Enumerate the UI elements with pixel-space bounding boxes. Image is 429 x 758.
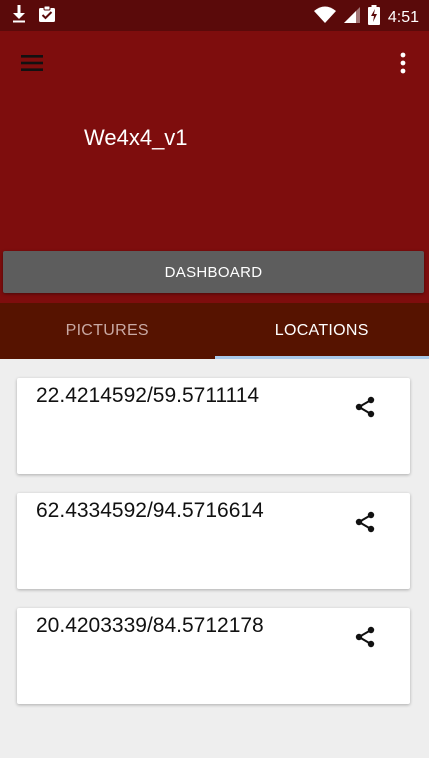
location-coords: 62.4334592/94.5716614 xyxy=(36,499,264,522)
tab-bar: PICTURES LOCATIONS xyxy=(0,303,429,359)
tab-locations[interactable]: LOCATIONS xyxy=(214,303,429,359)
status-right-icons: 4:51 xyxy=(313,5,419,30)
menu-button[interactable] xyxy=(16,51,48,79)
status-time: 4:51 xyxy=(387,8,419,26)
location-card[interactable]: 62.4334592/94.5716614 xyxy=(17,493,410,589)
clipboard-check-icon xyxy=(38,5,56,28)
wifi-icon xyxy=(313,6,336,29)
location-card[interactable]: 20.4203339/84.5712178 xyxy=(17,608,410,704)
share-icon xyxy=(353,510,377,539)
share-button[interactable] xyxy=(350,624,380,654)
hamburger-menu-icon xyxy=(21,54,43,76)
battery-charging-icon xyxy=(367,5,380,30)
location-coords: 20.4203339/84.5712178 xyxy=(36,614,264,637)
tab-pictures[interactable]: PICTURES xyxy=(0,303,215,359)
location-coords: 22.4214592/59.5711114 xyxy=(36,384,260,407)
more-vert-icon xyxy=(400,52,406,79)
dashboard-button[interactable]: DASHBOARD xyxy=(3,251,424,293)
signal-icon xyxy=(343,6,360,29)
status-bar: 4:51 xyxy=(0,0,429,31)
download-icon xyxy=(12,5,26,28)
app-title: We4x4_v1 xyxy=(84,125,188,150)
locations-list: 22.4214592/59.5711114 62.4334592/94.5716… xyxy=(0,359,429,758)
share-button[interactable] xyxy=(350,509,380,539)
share-icon xyxy=(353,395,377,424)
share-icon xyxy=(353,625,377,654)
app-bar: We4x4_v1 DASHBOARD xyxy=(0,31,429,303)
status-left-icons xyxy=(12,5,56,28)
share-button[interactable] xyxy=(350,394,380,424)
location-card[interactable]: 22.4214592/59.5711114 xyxy=(17,378,410,474)
overflow-menu-button[interactable] xyxy=(391,49,415,81)
